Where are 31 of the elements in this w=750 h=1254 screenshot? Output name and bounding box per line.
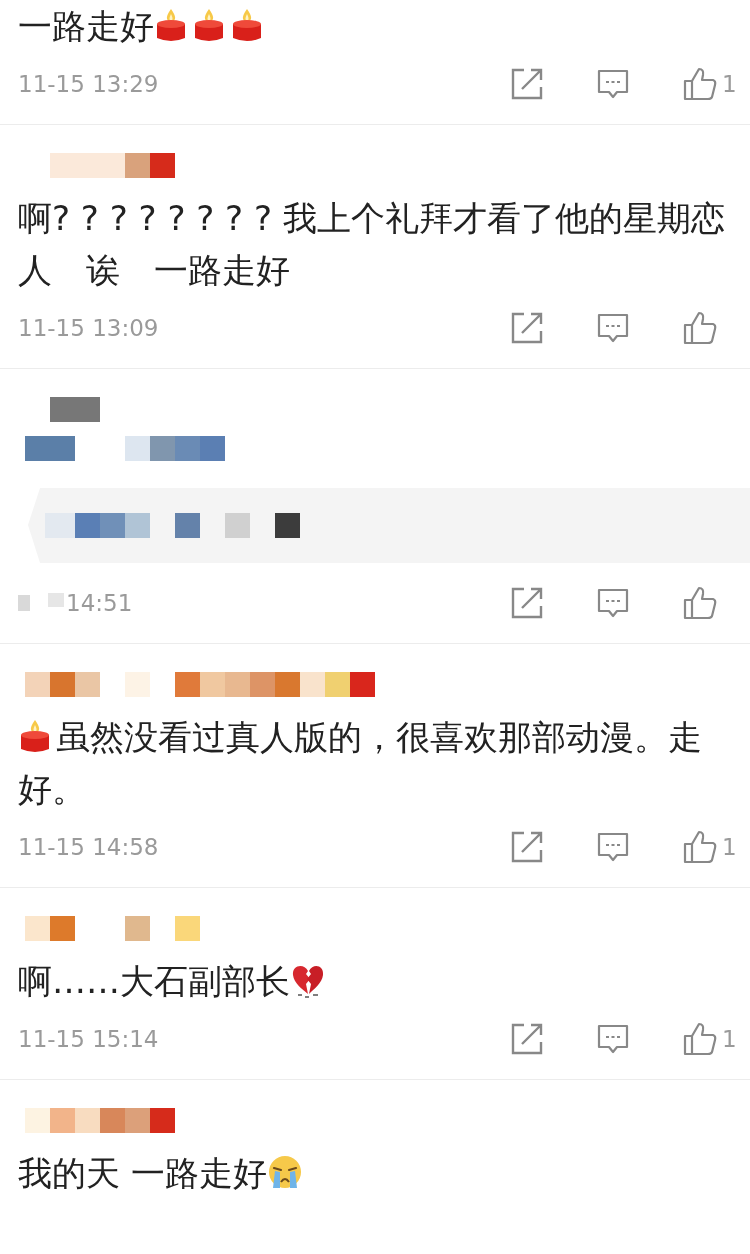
comment-text: 啊? ? ? ? ? ? ? ? 我上个礼拜才看了他的星期恋人 诶 一路走好 xyxy=(17,197,726,292)
comment-icon[interactable] xyxy=(596,1022,630,1056)
comment-text: 啊……大石副部长 xyxy=(0,955,750,1007)
thumbs-up-icon[interactable] xyxy=(682,1021,718,1057)
comment-time: 14:51 xyxy=(66,590,133,616)
comment-time: 11-15 13:29 xyxy=(18,71,159,97)
thumbs-up-icon[interactable] xyxy=(682,66,718,102)
pixelated-date-drawing xyxy=(18,593,64,613)
share-icon[interactable] xyxy=(510,311,544,345)
comment-icon[interactable] xyxy=(596,586,630,620)
like-count[interactable]: 1 xyxy=(722,834,737,860)
comment-icon[interactable] xyxy=(596,311,630,345)
comment-icon[interactable] xyxy=(596,830,630,864)
share-icon[interactable] xyxy=(510,1022,544,1056)
comment-time: 11-15 15:14 xyxy=(18,1026,159,1052)
share-icon[interactable] xyxy=(510,830,544,864)
share-icon[interactable] xyxy=(510,586,544,620)
pixelated-name-drawing xyxy=(50,397,100,422)
comment-text: 我的天 一路走好 xyxy=(0,1147,750,1199)
like-count[interactable]: 1 xyxy=(722,71,737,97)
comment-icon[interactable] xyxy=(596,67,630,101)
thumbs-up-icon[interactable] xyxy=(682,310,718,346)
crying-face-icon xyxy=(266,1154,303,1190)
thumbs-up-icon[interactable] xyxy=(682,585,718,621)
comment-text: 虽然没看过真人版的，很喜欢那部动漫。走好。 xyxy=(17,716,703,811)
comment-time: 11-15 13:09 xyxy=(18,315,159,341)
like-count[interactable]: 1 xyxy=(722,1026,737,1052)
comment-text: 一路走好 xyxy=(0,0,750,52)
thumbs-up-icon[interactable] xyxy=(682,829,718,865)
comment-time: 11-15 14:58 xyxy=(18,834,159,860)
share-icon[interactable] xyxy=(510,67,544,101)
